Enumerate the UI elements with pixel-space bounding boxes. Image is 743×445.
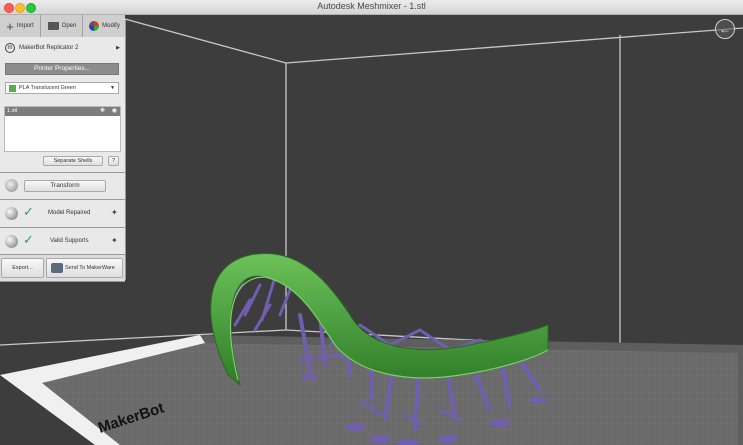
chevron-down-icon: ▼ (110, 85, 115, 91)
transform-section: Transform (0, 173, 125, 200)
send-to-makerware-button[interactable]: Send To MakerWare (46, 258, 123, 278)
modify-button[interactable]: Modify (84, 15, 125, 37)
open-button[interactable]: Open (42, 15, 83, 37)
valid-supports-label: Valid Supports (50, 238, 89, 244)
object-list-item[interactable]: 1.stl ✥ ◉ (5, 107, 120, 116)
makerbot-logo-icon: m (5, 43, 15, 53)
main-toolbar: + Import Open Modify (0, 15, 125, 38)
sphere-icon (5, 207, 18, 220)
eye-icon[interactable]: ◉ (112, 107, 117, 116)
checkmark-icon: ✓ (23, 204, 34, 219)
separate-shells-button[interactable]: Separate Shells (43, 156, 103, 166)
folder-icon (47, 22, 59, 30)
send-label: Send To MakerWare (65, 265, 115, 271)
material-name: PLA Translucent Green (19, 85, 76, 91)
export-button[interactable]: Export... (1, 258, 44, 278)
modify-icon (89, 21, 100, 31)
object-list: 1.stl ✥ ◉ (4, 106, 121, 152)
import-label: Import (16, 23, 34, 29)
import-button[interactable]: + Import (0, 15, 41, 37)
printer-properties-button[interactable]: Printer Properties... (5, 63, 119, 75)
makerware-icon (51, 263, 63, 273)
valid-supports-section: ✓ Valid Supports ✦ (0, 228, 125, 255)
help-button[interactable]: ? (108, 156, 119, 166)
transform-button[interactable]: Transform (24, 180, 106, 192)
model-repaired-section: ✓ Model Repaired ✦ (0, 200, 125, 228)
supports-sphere-icon (5, 235, 18, 248)
title-bar: Autodesk Meshmixer - 1.stl (0, 0, 743, 15)
print-panel: + Import Open Modify m MakerBot Replicat… (0, 15, 125, 282)
dropdown-arrow-icon: ▶ (116, 45, 120, 51)
export-section: Export... Send To MakerWare (0, 255, 125, 282)
model-repaired-label: Model Repaired (48, 210, 91, 216)
window-title: Autodesk Meshmixer - 1.stl (317, 1, 426, 11)
object-list-section: 1.stl ✥ ◉ Separate Shells ? (0, 103, 125, 173)
wrench-icon[interactable]: ✦ (111, 208, 118, 217)
checkmark-icon: ✓ (23, 232, 34, 247)
duplicate-icon[interactable]: ✥ (100, 107, 105, 116)
material-select[interactable]: PLA Translucent Green ▼ (5, 82, 119, 94)
modify-label: Modify (102, 23, 120, 29)
printer-selector[interactable]: m MakerBot Replicator 2 ▶ (5, 42, 120, 54)
open-label: Open (61, 23, 77, 29)
wrench-icon[interactable]: ✦ (111, 236, 118, 245)
plus-icon: + (6, 18, 14, 34)
material-swatch (9, 84, 16, 92)
printer-name: MakerBot Replicator 2 (19, 45, 79, 51)
back-arrow-icon[interactable]: ← (715, 19, 735, 39)
transform-icon (5, 179, 18, 192)
object-name: 1.stl (7, 108, 18, 114)
